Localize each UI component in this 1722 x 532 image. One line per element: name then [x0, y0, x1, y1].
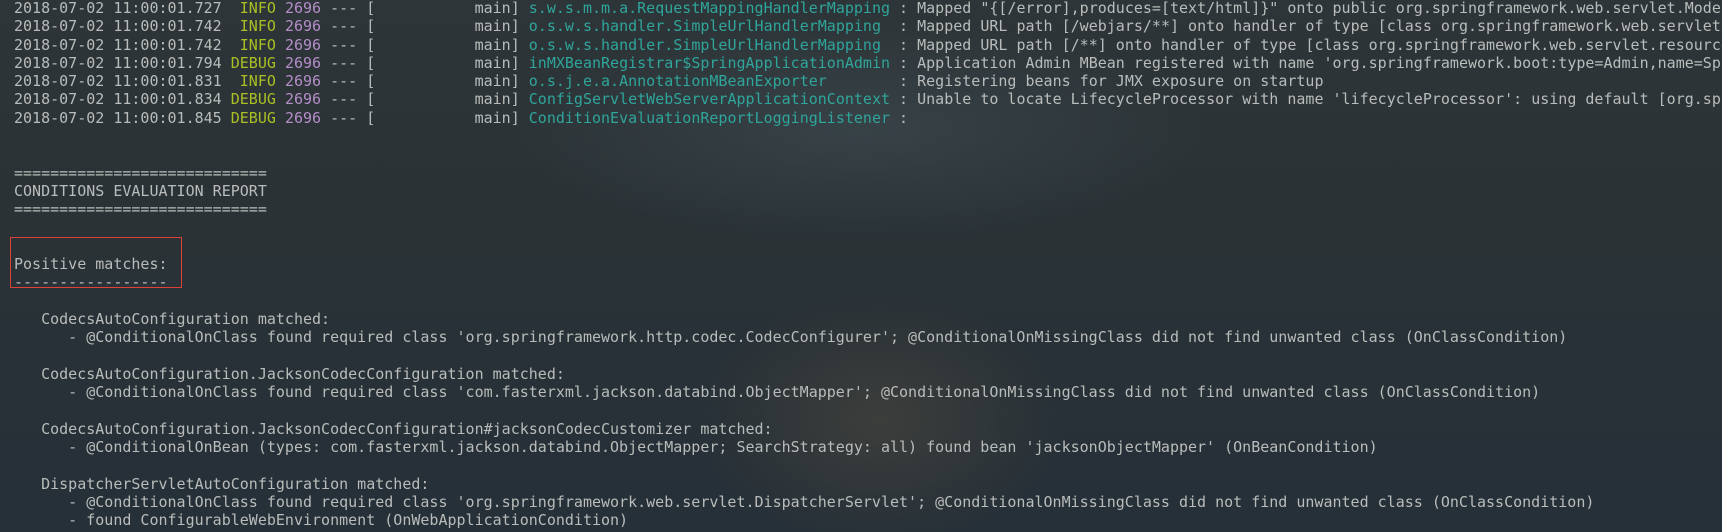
- log-line: 2018-07-02 11:00:01.794 DEBUG 2696 --- […: [14, 54, 1722, 72]
- log-thread: main: [474, 108, 511, 127]
- console-output: 2018-07-02 11:00:01.727 INFO 2696 --- [ …: [14, 0, 1722, 530]
- log-timestamp: 2018-07-02 11:00:01.742: [14, 17, 222, 36]
- log-level: INFO: [230, 17, 276, 36]
- log-level: INFO: [230, 35, 276, 54]
- log-thread: main: [474, 90, 511, 109]
- log-pid: 2696: [284, 108, 322, 127]
- log-pid: 2696: [284, 90, 322, 109]
- report-rule-top: ============================: [14, 163, 267, 182]
- log-line: 2018-07-02 11:00:01.742 INFO 2696 --- [ …: [14, 36, 1722, 54]
- log-message: Mapped "{[/error],produces=[text/html]}"…: [917, 0, 1722, 17]
- log-message: Unable to locate LifecycleProcessor with…: [917, 90, 1722, 109]
- log-timestamp: 2018-07-02 11:00:01.794: [14, 53, 222, 72]
- log-level: DEBUG: [230, 53, 276, 72]
- log-thread: main: [474, 17, 511, 36]
- report-rule-bottom: ============================: [14, 200, 267, 219]
- log-line: 2018-07-02 11:00:01.845 DEBUG 2696 --- […: [14, 108, 918, 127]
- match-entry-name: CodecsAutoConfiguration.JacksonCodecConf…: [14, 364, 565, 383]
- log-pid: 2696: [284, 53, 322, 72]
- log-line: 2018-07-02 11:00:01.727 INFO 2696 --- [ …: [14, 0, 1722, 17]
- log-pid: 2696: [284, 0, 322, 17]
- log-pid: 2696: [284, 35, 322, 54]
- section-rule: -----------------: [14, 273, 168, 292]
- log-logger: o.s.w.s.handler.SimpleUrlHandlerMapping: [528, 17, 891, 36]
- match-entry-name: CodecsAutoConfiguration matched:: [14, 310, 331, 329]
- log-message: Mapped URL path [/**] onto handler of ty…: [917, 35, 1722, 54]
- log-thread: main: [474, 72, 511, 91]
- log-thread: main: [474, 0, 511, 17]
- match-entry-detail: - found ConfigurableWebEnvironment (OnWe…: [14, 511, 629, 530]
- highlight-box: [10, 237, 182, 288]
- section-title: Positive matches:: [14, 255, 168, 274]
- log-pid: 2696: [284, 72, 322, 91]
- log-logger: inMXBeanRegistrar$SpringApplicationAdmin: [528, 53, 891, 72]
- log-logger: o.s.w.s.handler.SimpleUrlHandlerMapping: [528, 35, 891, 54]
- log-level: DEBUG: [230, 108, 276, 127]
- log-timestamp: 2018-07-02 11:00:01.834: [14, 90, 222, 109]
- match-entry-detail: - @ConditionalOnBean (types: com.fasterx…: [14, 438, 1378, 457]
- match-entry-detail: - @ConditionalOnClass found required cla…: [14, 493, 1595, 512]
- match-entry-name: CodecsAutoConfiguration.JacksonCodecConf…: [14, 419, 773, 438]
- log-logger: s.w.s.m.m.a.RequestMappingHandlerMapping: [528, 0, 891, 17]
- log-logger: ConfigServletWebServerApplicationContext: [528, 90, 891, 109]
- log-line: 2018-07-02 11:00:01.834 DEBUG 2696 --- […: [14, 90, 1722, 108]
- log-thread: main: [474, 35, 511, 54]
- log-line: 2018-07-02 11:00:01.831 INFO 2696 --- [ …: [14, 72, 1324, 91]
- log-thread: main: [474, 53, 511, 72]
- log-timestamp: 2018-07-02 11:00:01.845: [14, 108, 222, 127]
- log-line: 2018-07-02 11:00:01.742 INFO 2696 --- [ …: [14, 17, 1722, 35]
- log-level: INFO: [230, 72, 276, 91]
- match-entry-detail: - @ConditionalOnClass found required cla…: [14, 383, 1541, 402]
- match-entry-name: DispatcherServletAutoConfiguration match…: [14, 474, 430, 493]
- log-pid: 2696: [284, 17, 322, 36]
- log-timestamp: 2018-07-02 11:00:01.742: [14, 35, 222, 54]
- log-timestamp: 2018-07-02 11:00:01.831: [14, 72, 222, 91]
- log-timestamp: 2018-07-02 11:00:01.727: [14, 0, 222, 17]
- log-logger: o.s.j.e.a.AnnotationMBeanExporter: [528, 72, 891, 91]
- log-message: Mapped URL path [/webjars/**] onto handl…: [917, 17, 1722, 36]
- log-logger: ConditionEvaluationReportLoggingListener: [528, 108, 891, 127]
- log-message: Application Admin MBean registered with …: [917, 53, 1722, 72]
- log-level: DEBUG: [230, 90, 276, 109]
- match-entry-detail: - @ConditionalOnClass found required cla…: [14, 328, 1568, 347]
- log-message: Registering beans for JMX exposure on st…: [917, 72, 1324, 91]
- report-title: CONDITIONS EVALUATION REPORT: [14, 181, 267, 200]
- log-level: INFO: [230, 0, 276, 17]
